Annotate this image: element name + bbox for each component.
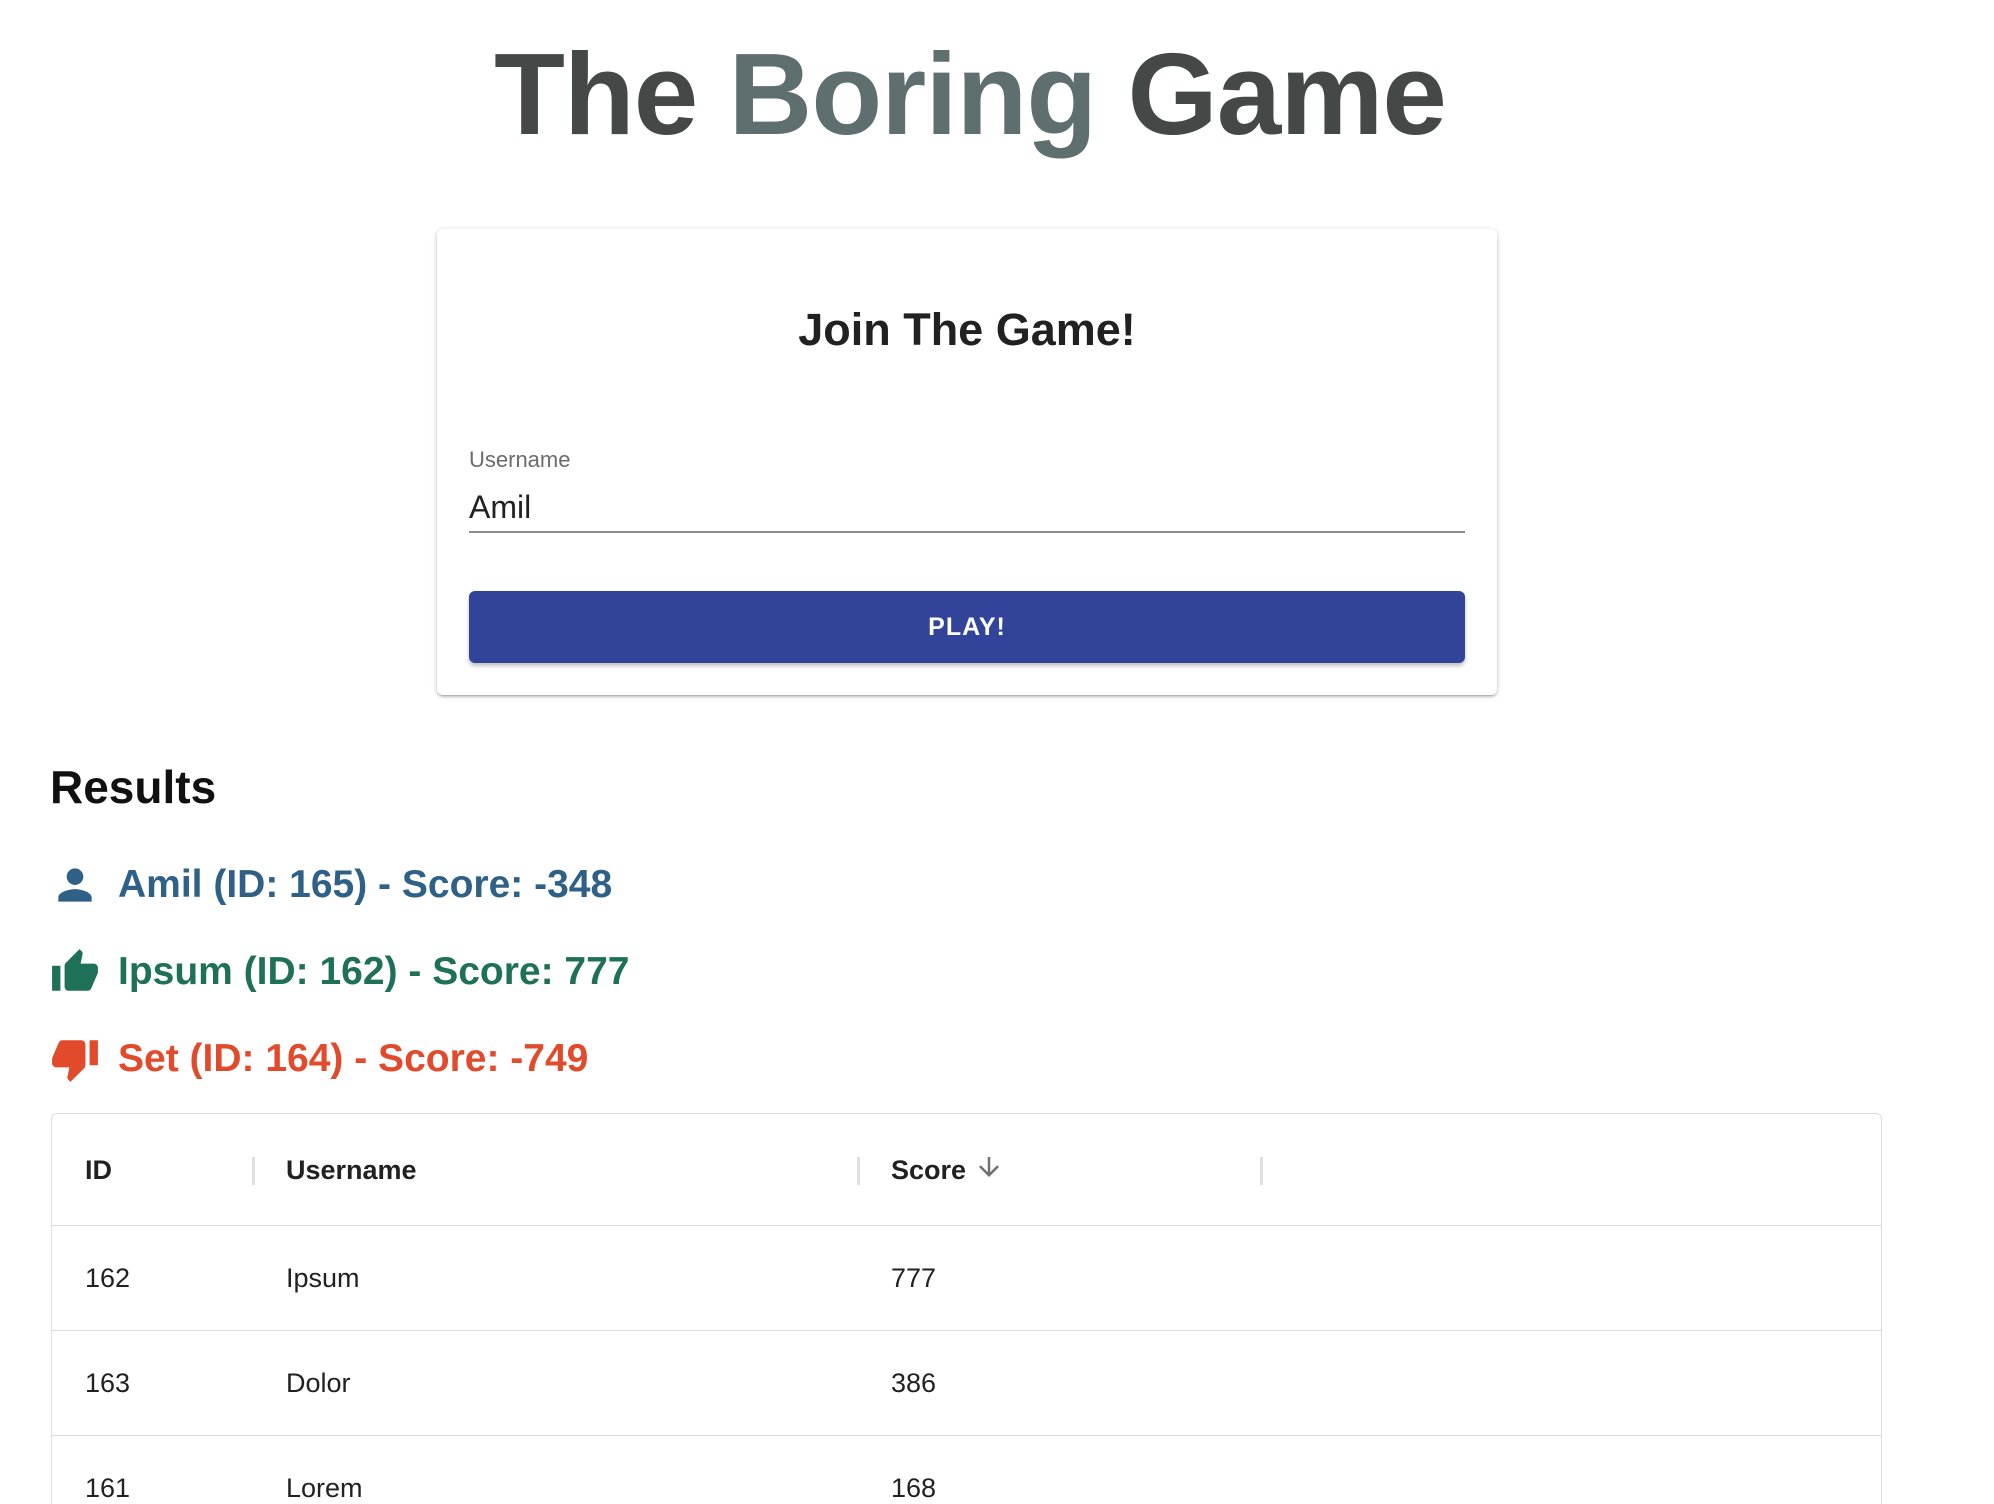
cell-score: 386 xyxy=(891,1368,937,1398)
column-header-label: Username xyxy=(286,1154,417,1185)
cell-username: Dolor xyxy=(286,1368,351,1398)
column-separator[interactable] xyxy=(1260,1157,1263,1185)
column-header-id[interactable]: ID xyxy=(85,1114,112,1226)
column-header-score[interactable]: Score xyxy=(891,1114,1004,1226)
app-title-part2: Game xyxy=(1127,29,1447,159)
cell-username: Ipsum xyxy=(286,1263,360,1293)
cell-score: 777 xyxy=(891,1263,937,1293)
thumbs-down-icon xyxy=(50,1034,100,1084)
result-item-worst: Set (ID: 164) - Score: -749 xyxy=(50,1029,588,1089)
table-row[interactable]: 163 Dolor 386 xyxy=(52,1331,1881,1436)
results-table: ID Username Score 162 Ipsum 777 163 Dolo… xyxy=(51,1113,1882,1504)
table-header: ID Username Score xyxy=(52,1114,1881,1226)
join-card-title: Join The Game! xyxy=(798,304,1136,355)
result-item-best: Ipsum (ID: 162) - Score: 777 xyxy=(50,942,630,1002)
app-title-accent: Boring xyxy=(728,29,1098,159)
play-button[interactable]: PLAY! xyxy=(469,591,1465,663)
app-title: The Boring Game xyxy=(0,22,1940,167)
thumbs-up-icon xyxy=(50,947,100,997)
column-header-username[interactable]: Username xyxy=(286,1114,417,1226)
cell-score: 168 xyxy=(891,1473,937,1503)
person-icon xyxy=(50,860,100,910)
cell-id: 163 xyxy=(85,1368,131,1398)
column-separator[interactable] xyxy=(857,1157,860,1185)
column-header-label: Score xyxy=(891,1154,967,1185)
column-separator[interactable] xyxy=(252,1157,255,1185)
result-item-text: Amil (ID: 165) - Score: -348 xyxy=(118,863,613,906)
cell-id: 161 xyxy=(85,1473,131,1503)
app-title-part1: The xyxy=(494,29,698,159)
results-heading: Results xyxy=(50,761,217,813)
cell-username: Lorem xyxy=(286,1473,363,1503)
table-row[interactable]: 161 Lorem 168 xyxy=(52,1436,1881,1504)
result-item-text: Ipsum (ID: 162) - Score: 777 xyxy=(118,950,630,993)
column-header-label: ID xyxy=(85,1154,112,1185)
result-item-player: Amil (ID: 165) - Score: -348 xyxy=(50,855,612,915)
username-input[interactable] xyxy=(469,483,1465,533)
arrow-down-icon[interactable] xyxy=(966,1152,1004,1189)
table-row[interactable]: 162 Ipsum 777 xyxy=(52,1226,1881,1331)
join-game-card: Join The Game! Username PLAY! xyxy=(437,229,1497,695)
username-label: Username xyxy=(469,447,571,472)
cell-id: 162 xyxy=(85,1263,131,1293)
result-item-text: Set (ID: 164) - Score: -749 xyxy=(118,1037,589,1080)
